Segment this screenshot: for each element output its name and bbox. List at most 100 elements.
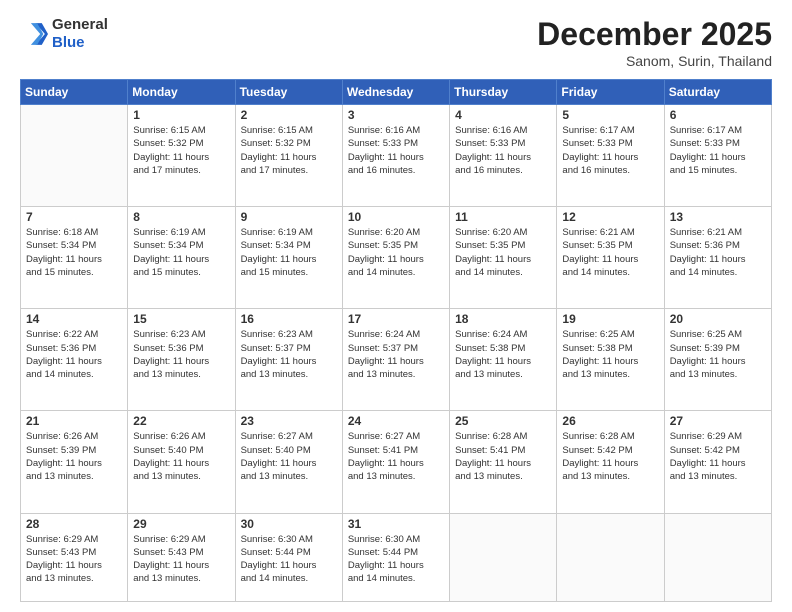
col-saturday: Saturday bbox=[664, 80, 771, 105]
location: Sanom, Surin, Thailand bbox=[537, 53, 772, 69]
col-friday: Friday bbox=[557, 80, 664, 105]
calendar-cell: 28 Sunrise: 6:29 AM Sunset: 5:43 PM Dayli… bbox=[21, 513, 128, 601]
calendar-cell: 4 Sunrise: 6:16 AM Sunset: 5:33 PM Daylig… bbox=[450, 105, 557, 207]
day-number: 28 bbox=[26, 517, 122, 531]
day-info: Sunrise: 6:15 AM Sunset: 5:32 PM Dayligh… bbox=[241, 124, 337, 177]
calendar-cell: 26 Sunrise: 6:28 AM Sunset: 5:42 PM Dayli… bbox=[557, 411, 664, 513]
day-number: 12 bbox=[562, 210, 658, 224]
day-number: 20 bbox=[670, 312, 766, 326]
day-number: 3 bbox=[348, 108, 444, 122]
day-info: Sunrise: 6:28 AM Sunset: 5:42 PM Dayligh… bbox=[562, 430, 658, 483]
calendar-cell: 16 Sunrise: 6:23 AM Sunset: 5:37 PM Dayli… bbox=[235, 309, 342, 411]
day-number: 14 bbox=[26, 312, 122, 326]
calendar-cell: 13 Sunrise: 6:21 AM Sunset: 5:36 PM Dayli… bbox=[664, 207, 771, 309]
calendar-week-row: 7 Sunrise: 6:18 AM Sunset: 5:34 PM Daylig… bbox=[21, 207, 772, 309]
calendar-cell: 8Sunrise: 6:19 AM Sunset: 5:34 PM Daylig… bbox=[128, 207, 235, 309]
day-number: 25 bbox=[455, 414, 551, 428]
calendar-table: Sunday Monday Tuesday Wednesday Thursday… bbox=[20, 79, 772, 602]
calendar-cell: 22 Sunrise: 6:26 AM Sunset: 5:40 PM Dayli… bbox=[128, 411, 235, 513]
calendar-cell: 2 Sunrise: 6:15 AM Sunset: 5:32 PM Daylig… bbox=[235, 105, 342, 207]
calendar-cell: 1Sunrise: 6:15 AM Sunset: 5:32 PM Daylig… bbox=[128, 105, 235, 207]
calendar-cell bbox=[21, 105, 128, 207]
day-number: 15 bbox=[133, 312, 229, 326]
calendar-week-row: 28 Sunrise: 6:29 AM Sunset: 5:43 PM Dayli… bbox=[21, 513, 772, 601]
day-info: Sunrise: 6:26 AM Sunset: 5:40 PM Dayligh… bbox=[133, 430, 229, 483]
day-number: 30 bbox=[241, 517, 337, 531]
calendar-cell: 10 Sunrise: 6:20 AM Sunset: 5:35 PM Dayli… bbox=[342, 207, 449, 309]
day-info: Sunrise: 6:23 AM Sunset: 5:37 PM Dayligh… bbox=[241, 328, 337, 381]
day-number: 27 bbox=[670, 414, 766, 428]
calendar-cell: 7 Sunrise: 6:18 AM Sunset: 5:34 PM Daylig… bbox=[21, 207, 128, 309]
day-info: Sunrise: 6:29 AM Sunset: 5:43 PM Dayligh… bbox=[26, 533, 122, 586]
day-info: Sunrise: 6:17 AM Sunset: 5:33 PM Dayligh… bbox=[670, 124, 766, 177]
day-info: Sunrise: 6:19 AM Sunset: 5:34 PM Dayligh… bbox=[241, 226, 337, 279]
month-title: December 2025 bbox=[537, 16, 772, 53]
day-info: Sunrise: 6:17 AM Sunset: 5:33 PM Dayligh… bbox=[562, 124, 658, 177]
day-info: Sunrise: 6:25 AM Sunset: 5:38 PM Dayligh… bbox=[562, 328, 658, 381]
calendar-cell: 19Sunrise: 6:25 AM Sunset: 5:38 PM Dayli… bbox=[557, 309, 664, 411]
calendar-cell: 18Sunrise: 6:24 AM Sunset: 5:38 PM Dayli… bbox=[450, 309, 557, 411]
day-info: Sunrise: 6:27 AM Sunset: 5:41 PM Dayligh… bbox=[348, 430, 444, 483]
day-number: 6 bbox=[670, 108, 766, 122]
day-info: Sunrise: 6:27 AM Sunset: 5:40 PM Dayligh… bbox=[241, 430, 337, 483]
day-info: Sunrise: 6:29 AM Sunset: 5:42 PM Dayligh… bbox=[670, 430, 766, 483]
calendar-cell: 21 Sunrise: 6:26 AM Sunset: 5:39 PM Dayli… bbox=[21, 411, 128, 513]
day-number: 5 bbox=[562, 108, 658, 122]
calendar-cell bbox=[557, 513, 664, 601]
day-info: Sunrise: 6:30 AM Sunset: 5:44 PM Dayligh… bbox=[241, 533, 337, 586]
calendar-week-row: 14Sunrise: 6:22 AM Sunset: 5:36 PM Dayli… bbox=[21, 309, 772, 411]
day-number: 2 bbox=[241, 108, 337, 122]
calendar-cell: 24 Sunrise: 6:27 AM Sunset: 5:41 PM Dayli… bbox=[342, 411, 449, 513]
calendar-cell: 14Sunrise: 6:22 AM Sunset: 5:36 PM Dayli… bbox=[21, 309, 128, 411]
day-number: 13 bbox=[670, 210, 766, 224]
day-number: 17 bbox=[348, 312, 444, 326]
page: General Blue December 2025 Sanom, Surin,… bbox=[0, 0, 792, 612]
day-info: Sunrise: 6:26 AM Sunset: 5:39 PM Dayligh… bbox=[26, 430, 122, 483]
day-info: Sunrise: 6:25 AM Sunset: 5:39 PM Dayligh… bbox=[670, 328, 766, 381]
col-sunday: Sunday bbox=[21, 80, 128, 105]
calendar-cell: 12Sunrise: 6:21 AM Sunset: 5:35 PM Dayli… bbox=[557, 207, 664, 309]
calendar-cell: 11Sunrise: 6:20 AM Sunset: 5:35 PM Dayli… bbox=[450, 207, 557, 309]
calendar-cell: 6 Sunrise: 6:17 AM Sunset: 5:33 PM Daylig… bbox=[664, 105, 771, 207]
day-info: Sunrise: 6:21 AM Sunset: 5:36 PM Dayligh… bbox=[670, 226, 766, 279]
logo-icon bbox=[20, 20, 48, 48]
calendar-cell: 5 Sunrise: 6:17 AM Sunset: 5:33 PM Daylig… bbox=[557, 105, 664, 207]
day-info: Sunrise: 6:18 AM Sunset: 5:34 PM Dayligh… bbox=[26, 226, 122, 279]
calendar-cell: 17Sunrise: 6:24 AM Sunset: 5:37 PM Dayli… bbox=[342, 309, 449, 411]
calendar-cell: 20 Sunrise: 6:25 AM Sunset: 5:39 PM Dayli… bbox=[664, 309, 771, 411]
calendar-cell: 23 Sunrise: 6:27 AM Sunset: 5:40 PM Dayli… bbox=[235, 411, 342, 513]
calendar-cell: 15Sunrise: 6:23 AM Sunset: 5:36 PM Dayli… bbox=[128, 309, 235, 411]
col-thursday: Thursday bbox=[450, 80, 557, 105]
day-number: 11 bbox=[455, 210, 551, 224]
day-info: Sunrise: 6:20 AM Sunset: 5:35 PM Dayligh… bbox=[348, 226, 444, 279]
day-number: 31 bbox=[348, 517, 444, 531]
day-number: 1 bbox=[133, 108, 229, 122]
day-number: 18 bbox=[455, 312, 551, 326]
day-number: 21 bbox=[26, 414, 122, 428]
day-number: 26 bbox=[562, 414, 658, 428]
calendar-cell: 25 Sunrise: 6:28 AM Sunset: 5:41 PM Dayli… bbox=[450, 411, 557, 513]
calendar-cell: 31 Sunrise: 6:30 AM Sunset: 5:44 PM Dayli… bbox=[342, 513, 449, 601]
day-number: 23 bbox=[241, 414, 337, 428]
day-number: 10 bbox=[348, 210, 444, 224]
calendar-week-row: 21 Sunrise: 6:26 AM Sunset: 5:39 PM Dayli… bbox=[21, 411, 772, 513]
day-number: 29 bbox=[133, 517, 229, 531]
day-info: Sunrise: 6:28 AM Sunset: 5:41 PM Dayligh… bbox=[455, 430, 551, 483]
day-info: Sunrise: 6:30 AM Sunset: 5:44 PM Dayligh… bbox=[348, 533, 444, 586]
calendar-cell: 27 Sunrise: 6:29 AM Sunset: 5:42 PM Dayli… bbox=[664, 411, 771, 513]
day-number: 7 bbox=[26, 210, 122, 224]
day-info: Sunrise: 6:29 AM Sunset: 5:43 PM Dayligh… bbox=[133, 533, 229, 586]
day-number: 4 bbox=[455, 108, 551, 122]
calendar-cell bbox=[450, 513, 557, 601]
day-number: 24 bbox=[348, 414, 444, 428]
calendar-header-row: Sunday Monday Tuesday Wednesday Thursday… bbox=[21, 80, 772, 105]
day-number: 22 bbox=[133, 414, 229, 428]
day-info: Sunrise: 6:16 AM Sunset: 5:33 PM Dayligh… bbox=[455, 124, 551, 177]
title-block: December 2025 Sanom, Surin, Thailand bbox=[537, 16, 772, 69]
col-monday: Monday bbox=[128, 80, 235, 105]
logo: General Blue bbox=[20, 16, 108, 52]
day-number: 16 bbox=[241, 312, 337, 326]
day-number: 9 bbox=[241, 210, 337, 224]
col-wednesday: Wednesday bbox=[342, 80, 449, 105]
calendar-cell: 29 Sunrise: 6:29 AM Sunset: 5:43 PM Dayli… bbox=[128, 513, 235, 601]
